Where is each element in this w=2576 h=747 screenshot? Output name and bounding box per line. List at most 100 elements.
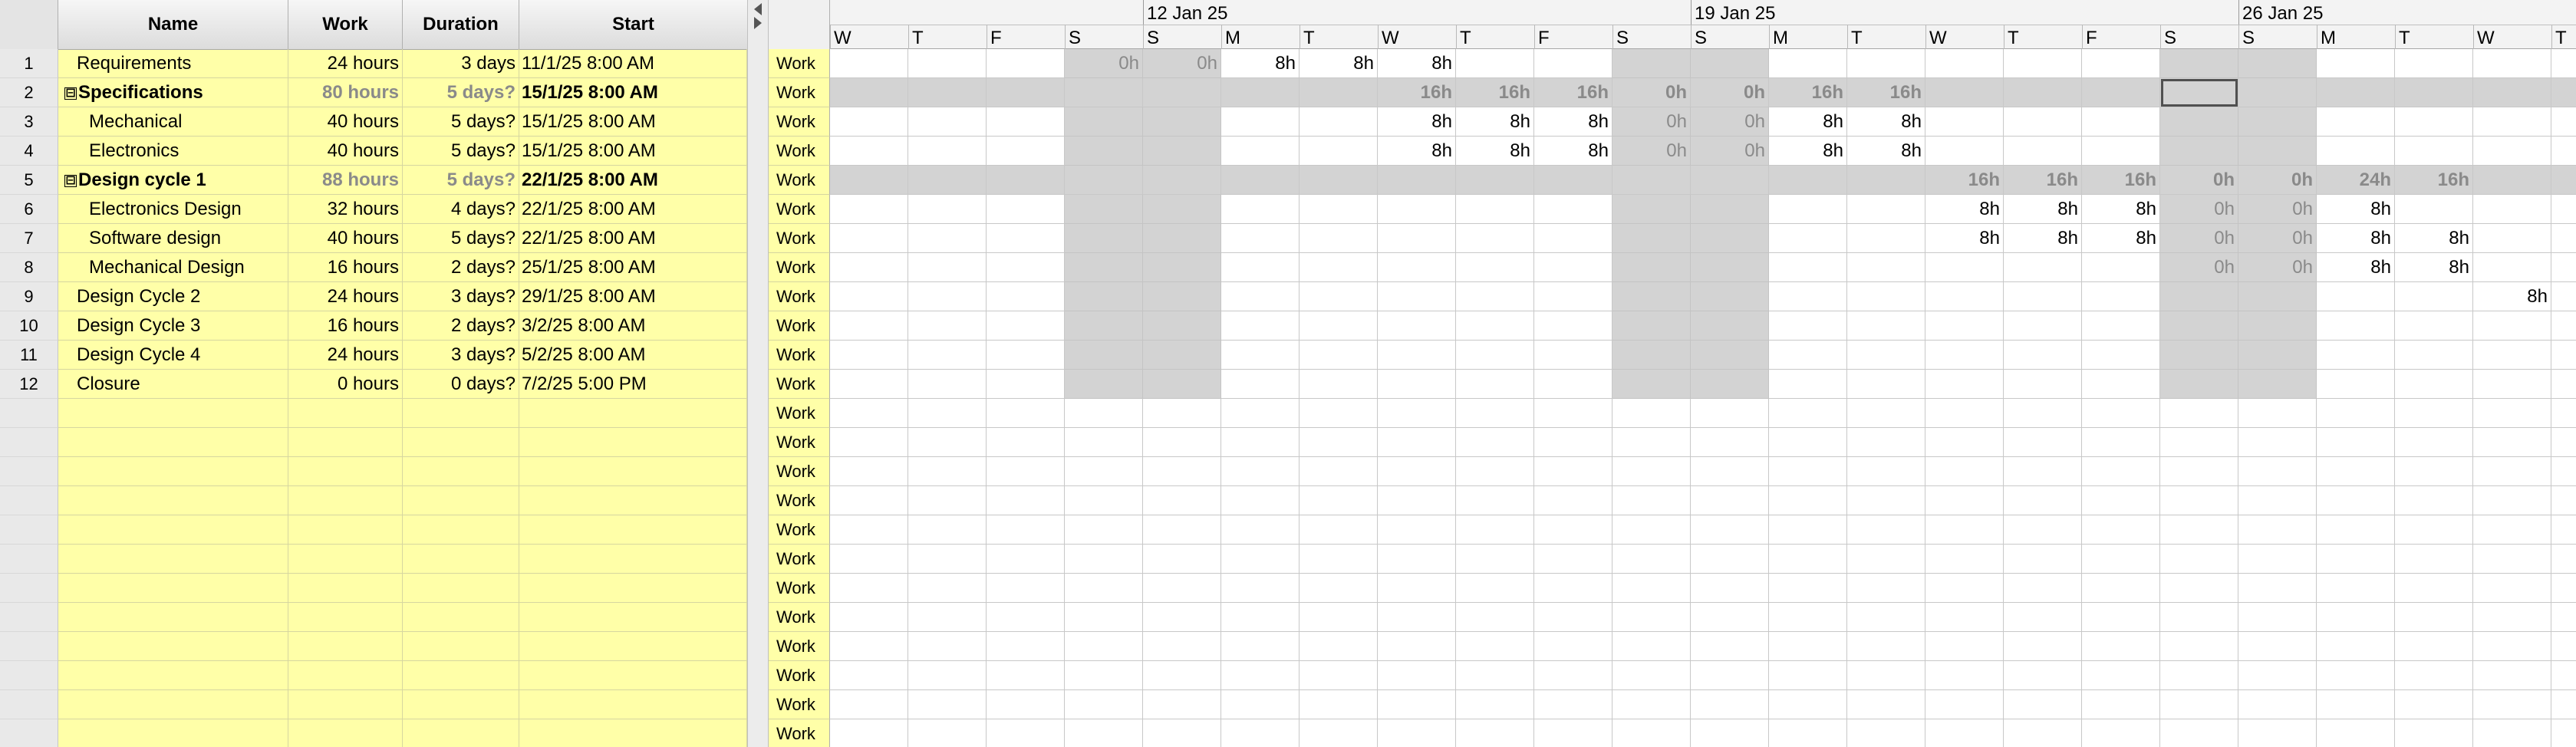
- collapse-right-arrow-icon[interactable]: [754, 17, 762, 29]
- usage-cell[interactable]: [2317, 282, 2395, 311]
- task-name-cell[interactable]: ⊟ Design cycle 1: [58, 166, 288, 195]
- usage-cell[interactable]: [1221, 370, 1300, 399]
- usage-cell[interactable]: [1769, 282, 1847, 311]
- usage-cell[interactable]: [2238, 574, 2317, 603]
- row-number[interactable]: 2: [0, 78, 58, 107]
- usage-cell[interactable]: [2004, 632, 2082, 661]
- usage-cell[interactable]: [2004, 282, 2082, 311]
- usage-cell[interactable]: [2082, 399, 2160, 428]
- task-work-cell[interactable]: [288, 545, 403, 574]
- usage-cell[interactable]: [1300, 107, 1378, 137]
- usage-cell[interactable]: [2238, 719, 2317, 747]
- task-work-cell[interactable]: [288, 632, 403, 661]
- usage-cell[interactable]: [1612, 574, 1691, 603]
- usage-cell[interactable]: [1143, 137, 1221, 166]
- usage-cell[interactable]: [987, 661, 1065, 690]
- task-duration-cell[interactable]: [403, 428, 519, 457]
- task-start-cell[interactable]: 22/1/25 8:00 AM: [519, 224, 747, 253]
- usage-cell[interactable]: 8h: [1847, 107, 1925, 137]
- usage-cell[interactable]: [1378, 282, 1456, 311]
- usage-cell[interactable]: [2238, 137, 2317, 166]
- usage-cell[interactable]: [1847, 311, 1925, 341]
- usage-cell[interactable]: [1143, 574, 1221, 603]
- usage-cell[interactable]: [1143, 224, 1221, 253]
- usage-cell[interactable]: [987, 78, 1065, 107]
- usage-cell[interactable]: [2004, 107, 2082, 137]
- task-start-cell[interactable]: [519, 515, 747, 545]
- usage-cell[interactable]: [1691, 632, 1769, 661]
- collapse-toggle-icon[interactable]: ⊟: [64, 87, 77, 100]
- usage-cell[interactable]: [987, 107, 1065, 137]
- usage-cell[interactable]: [1221, 603, 1300, 632]
- usage-cell[interactable]: [1925, 341, 2004, 370]
- usage-cell[interactable]: [2551, 370, 2576, 399]
- row-number[interactable]: 3: [0, 107, 58, 137]
- usage-cell[interactable]: [1925, 632, 2004, 661]
- usage-cell[interactable]: 0h: [2238, 224, 2317, 253]
- usage-cell[interactable]: [1221, 137, 1300, 166]
- usage-cell[interactable]: [1612, 224, 1691, 253]
- usage-cell[interactable]: [1221, 457, 1300, 486]
- usage-cell[interactable]: [1221, 78, 1300, 107]
- task-duration-cell[interactable]: [403, 661, 519, 690]
- usage-cell[interactable]: [2160, 632, 2238, 661]
- usage-cell[interactable]: [2004, 49, 2082, 78]
- usage-cell[interactable]: 8h: [1378, 107, 1456, 137]
- task-start-cell[interactable]: 22/1/25 8:00 AM: [519, 195, 747, 224]
- start-column-header[interactable]: Start: [519, 0, 747, 49]
- usage-cell[interactable]: [1847, 224, 1925, 253]
- usage-cell[interactable]: [1221, 632, 1300, 661]
- usage-cell[interactable]: [1847, 632, 1925, 661]
- task-row[interactable]: 8 Mechanical Design 16 hours 2 days? 25/1/25…: [0, 253, 747, 282]
- usage-cell[interactable]: [1691, 719, 1769, 747]
- usage-cell[interactable]: [1847, 486, 1925, 515]
- usage-cell[interactable]: [1847, 545, 1925, 574]
- usage-cell[interactable]: 0h: [1612, 137, 1691, 166]
- usage-cell[interactable]: [908, 661, 987, 690]
- usage-cell[interactable]: [1221, 341, 1300, 370]
- usage-cell[interactable]: [1534, 690, 1612, 719]
- task-work-cell[interactable]: 40 hours: [288, 224, 403, 253]
- usage-cell[interactable]: [2551, 486, 2576, 515]
- task-work-cell[interactable]: 88 hours: [288, 166, 403, 195]
- usage-cell[interactable]: [2317, 49, 2395, 78]
- usage-cell[interactable]: [2317, 690, 2395, 719]
- usage-cell[interactable]: [1065, 632, 1143, 661]
- usage-cell[interactable]: [2082, 515, 2160, 545]
- task-work-cell[interactable]: 32 hours: [288, 195, 403, 224]
- usage-cell[interactable]: [2004, 253, 2082, 282]
- task-row[interactable]: 5 ⊟ Design cycle 1 88 hours 5 days? 22/1/25 8…: [0, 166, 747, 195]
- usage-cell[interactable]: [1925, 370, 2004, 399]
- usage-cell[interactable]: [1378, 603, 1456, 632]
- usage-cell[interactable]: [987, 486, 1065, 515]
- usage-cell[interactable]: [2317, 107, 2395, 137]
- usage-cell[interactable]: 0h: [1143, 49, 1221, 78]
- usage-cell[interactable]: [2551, 311, 2576, 341]
- usage-cell[interactable]: [2395, 107, 2473, 137]
- usage-cell[interactable]: [1612, 195, 1691, 224]
- usage-cell[interactable]: [1769, 195, 1847, 224]
- usage-cell[interactable]: [1300, 399, 1378, 428]
- usage-cell[interactable]: 16h: [1769, 78, 1847, 107]
- task-duration-cell[interactable]: [403, 545, 519, 574]
- usage-cell[interactable]: [1065, 107, 1143, 137]
- usage-cell[interactable]: [2317, 457, 2395, 486]
- usage-cell[interactable]: [2004, 457, 2082, 486]
- collapse-toggle-icon[interactable]: ⊟: [64, 174, 77, 187]
- usage-cell[interactable]: [2473, 457, 2551, 486]
- usage-cell[interactable]: 16h: [2082, 166, 2160, 195]
- usage-cell[interactable]: [1221, 719, 1300, 747]
- task-work-cell[interactable]: [288, 603, 403, 632]
- usage-cell[interactable]: [987, 515, 1065, 545]
- usage-cell[interactable]: [1691, 603, 1769, 632]
- usage-cell[interactable]: [1534, 661, 1612, 690]
- usage-cell[interactable]: [2082, 457, 2160, 486]
- usage-cell[interactable]: [987, 166, 1065, 195]
- usage-cell[interactable]: [830, 370, 908, 399]
- usage-cell[interactable]: [1925, 457, 2004, 486]
- usage-cell[interactable]: 0h: [1691, 78, 1769, 107]
- usage-cell[interactable]: [1456, 457, 1534, 486]
- usage-cell[interactable]: [2238, 282, 2317, 311]
- task-duration-cell[interactable]: 3 days: [403, 49, 519, 78]
- usage-cell[interactable]: [1925, 428, 2004, 457]
